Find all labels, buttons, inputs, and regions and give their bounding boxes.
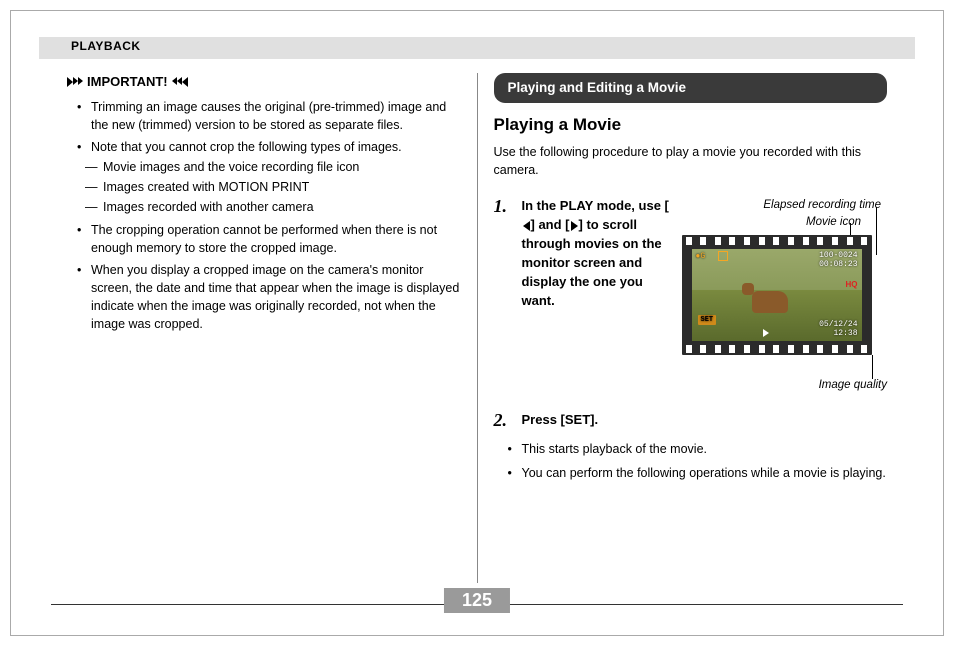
dash-item: Images recorded with another camera bbox=[103, 198, 461, 216]
callout-image-quality: Image quality bbox=[682, 377, 888, 394]
osd-date: 05/12/24 bbox=[819, 320, 857, 330]
step-1-block: 1. In the PLAY mode, use [] and [] to sc… bbox=[494, 197, 888, 393]
content-columns: IMPORTANT! Trimming an image causes the … bbox=[51, 73, 903, 575]
dash-item: Images created with MOTION PRINT bbox=[103, 178, 461, 196]
osd-quality: HQ bbox=[846, 279, 858, 291]
osd-bottom-right: 05/12/24 12:38 bbox=[819, 320, 857, 339]
callout-movie-icon: Movie icon bbox=[682, 214, 888, 231]
play-icon bbox=[763, 329, 769, 337]
right-arrow-icon bbox=[571, 221, 578, 231]
leader-line bbox=[872, 355, 873, 379]
list-item: Note that you cannot crop the following … bbox=[91, 138, 461, 217]
list-item: This starts playback of the movie. bbox=[522, 440, 888, 458]
forward-arrows-icon bbox=[67, 77, 83, 87]
header-bar bbox=[39, 37, 915, 59]
dash-item: Movie images and the voice recording fil… bbox=[103, 158, 461, 176]
osd-rec-icon: ●G bbox=[696, 251, 706, 263]
right-column: Playing and Editing a Movie Playing a Mo… bbox=[478, 73, 904, 575]
osd-elapsed: 00:08:23 bbox=[819, 260, 857, 270]
important-heading: IMPORTANT! bbox=[67, 73, 461, 92]
step-2: 2. Press [SET]. bbox=[494, 411, 888, 430]
step-2-text: Press [SET]. bbox=[522, 411, 888, 430]
movie-screenshot: ●G 100-0024 00:08:23 HQ 05/12/24 bbox=[682, 235, 872, 355]
section-header: PLAYBACK bbox=[71, 39, 141, 53]
list-item: The cropping operation cannot be perform… bbox=[91, 221, 461, 257]
step-number: 1. bbox=[494, 197, 516, 310]
step-1: 1. In the PLAY mode, use [] and [] to sc… bbox=[494, 197, 674, 310]
film-strip: ●G 100-0024 00:08:23 HQ 05/12/24 bbox=[682, 235, 872, 355]
subheading: Playing a Movie bbox=[494, 113, 888, 138]
step-number: 2. bbox=[494, 411, 516, 430]
osd-file: 100-0024 bbox=[819, 251, 857, 261]
frame-deer bbox=[752, 291, 788, 313]
step-2-sublist: This starts playback of the movie. You c… bbox=[494, 440, 888, 482]
list-item: Trimming an image causes the original (p… bbox=[91, 98, 461, 134]
list-item: You can perform the following operations… bbox=[522, 464, 888, 482]
page-number: 125 bbox=[444, 588, 510, 613]
intro-text: Use the following procedure to play a mo… bbox=[494, 143, 888, 179]
back-arrows-icon bbox=[172, 77, 188, 87]
left-column: IMPORTANT! Trimming an image causes the … bbox=[51, 73, 477, 575]
list-item: When you display a cropped image on the … bbox=[91, 261, 461, 334]
dash-list: Movie images and the voice recording fil… bbox=[91, 158, 461, 216]
figure-callouts: Elapsed recording time Movie icon bbox=[682, 197, 888, 230]
important-label: IMPORTANT! bbox=[87, 73, 168, 92]
movie-frame: ●G 100-0024 00:08:23 HQ 05/12/24 bbox=[692, 249, 862, 341]
movie-icon bbox=[718, 251, 728, 261]
important-list: Trimming an image causes the original (p… bbox=[67, 98, 461, 334]
callout-elapsed: Elapsed recording time bbox=[682, 197, 888, 214]
step1-part2: ] and [ bbox=[531, 217, 570, 232]
leader-line bbox=[876, 207, 877, 255]
osd-top-right: 100-0024 00:08:23 bbox=[819, 251, 857, 270]
figure-wrap: Elapsed recording time Movie icon bbox=[682, 197, 888, 393]
section-title-pill: Playing and Editing a Movie bbox=[494, 73, 888, 103]
film-sprockets-bottom bbox=[686, 345, 868, 353]
step-1-text: In the PLAY mode, use [] and [] to scrol… bbox=[522, 197, 674, 310]
osd-set-label: SET bbox=[698, 315, 717, 325]
film-sprockets-top bbox=[686, 237, 868, 245]
step1-part1: In the PLAY mode, use [ bbox=[522, 198, 669, 213]
manual-page: PLAYBACK IMPORTANT! Trimming an image ca… bbox=[10, 10, 944, 636]
osd-time: 12:38 bbox=[819, 329, 857, 339]
list-item-text: Note that you cannot crop the following … bbox=[91, 140, 402, 154]
left-arrow-icon bbox=[523, 221, 530, 231]
